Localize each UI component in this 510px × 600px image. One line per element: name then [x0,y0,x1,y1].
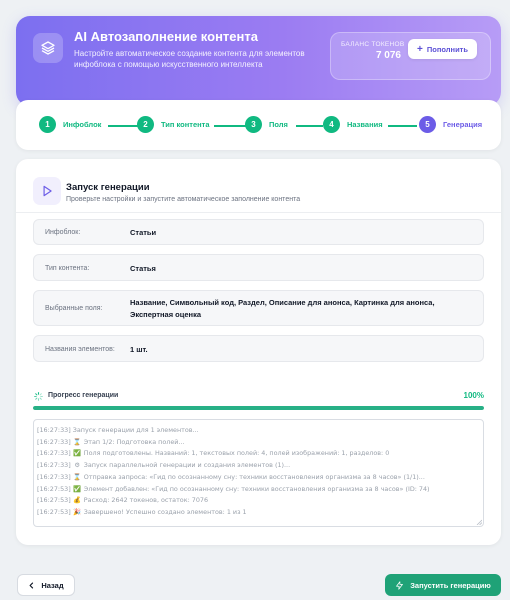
step-connector [388,125,417,127]
step-label: Поля [269,120,288,129]
start-label: Запустить генерацию [410,580,491,590]
money-bag-icon: 💰 [73,496,82,505]
balance-label: БАЛАНС ТОКЕНОВ [341,41,405,48]
summary-label: Инфоблок: [45,229,81,236]
back-button[interactable]: Назад [17,574,75,596]
step-connector [108,125,138,127]
log-line: [16:27:53] 💰 Расход: 2642 токенов, остат… [37,495,480,507]
check-icon: ✅ [73,484,82,493]
spinner-icon [34,392,43,401]
step-generation[interactable]: 5 Генерация [419,116,482,133]
balance-value: 7 076 [375,50,401,61]
step-label: Тип контента [161,120,210,129]
summary-row-names: Названия элементов: 1 шт. [33,335,484,362]
log-line: [16:27:53] 🎉 Завершено! Успешно создано … [37,507,480,519]
progress-percent: 100% [463,391,484,400]
step-label: Названия [347,120,383,129]
summary-value: Статья [130,264,156,273]
topup-button[interactable]: + Пополнить [408,39,477,59]
hourglass-icon: ⌛ [73,437,82,446]
progress-fill [33,406,484,410]
start-generation-button[interactable]: Запустить генерацию [385,574,501,596]
step-connector [296,125,323,127]
step-number: 3 [245,116,262,133]
page-title: AI Автозаполнение контента [74,29,258,44]
summary-row-infoblock: Инфоблок: Статьи [33,219,484,245]
step-number: 2 [137,116,154,133]
plus-icon: + [417,43,423,55]
summary-row-content-type: Тип контента: Статья [33,254,484,281]
step-content-type[interactable]: 2 Тип контента [137,116,210,133]
summary-value: Статьи [130,228,157,237]
hourglass-icon: ⌛ [73,472,82,481]
step-label: Инфоблок [63,120,102,129]
step-infoblock[interactable]: 1 Инфоблок [39,116,101,133]
summary-label: Тип контента: [45,265,90,272]
layers-icon [33,33,63,63]
token-balance: БАЛАНС ТОКЕНОВ 7 076 + Пополнить [330,32,491,80]
header-banner: AI Автозаполнение контента Настройте авт… [16,16,501,106]
progress-bar [33,406,484,410]
summary-value: Название, Символьный код, Раздел, Описан… [130,298,435,319]
chevron-left-icon [29,581,34,589]
log-line: [16:27:33] ⌛ Этап 1/2: Подготовка полей.… [37,437,480,449]
gear-icon: ⚙ [74,461,81,470]
stepper: 1 Инфоблок 2 Тип контента 3 Поля 4 Назва… [16,100,501,150]
section-subtitle: Проверьте настройки и запустите автомати… [66,196,301,203]
check-icon: ✅ [73,449,82,458]
summary-row-fields: Выбранные поля: Название, Символьный код… [33,290,484,326]
summary-label: Названия элементов: [45,346,115,353]
step-names[interactable]: 4 Названия [323,116,383,133]
lightning-icon [396,580,404,590]
step-number: 4 [323,116,340,133]
summary-value: 1 шт. [130,345,148,354]
party-icon: 🎉 [73,507,82,516]
log-line: [16:27:33] Запуск генерации для 1 элемен… [37,426,199,434]
section-title: Запуск генерации [66,182,150,193]
progress-label: Прогресс генерации [48,392,119,399]
step-label: Генерация [443,120,483,129]
topup-label: Пополнить [426,44,468,54]
log-line: [16:27:53] ✅ Элемент добавлен: «Гид по о… [37,484,480,496]
step-fields[interactable]: 3 Поля [245,116,288,133]
resize-grip-icon[interactable] [476,519,482,525]
generation-panel: Запуск генерации Проверьте настройки и з… [16,159,501,545]
log-line: [16:27:33] ✅ Поля подготовлены. Названий… [37,448,480,460]
play-icon [33,177,61,205]
summary-label: Выбранные поля: [45,305,103,312]
divider [16,212,501,213]
step-number: 1 [39,116,56,133]
log-line: [16:27:33] ⚙ Запуск параллельной генерац… [37,460,480,472]
log-line: [16:27:33] ⌛ Отправка запроса: «Гид по о… [37,472,480,484]
step-number: 5 [419,116,436,133]
back-label: Назад [41,580,64,590]
step-connector [214,125,248,127]
page-subtitle: Настройте автоматическое создание контен… [74,49,305,69]
generation-log[interactable]: [16:27:33] Запуск генерации для 1 элемен… [33,419,484,527]
